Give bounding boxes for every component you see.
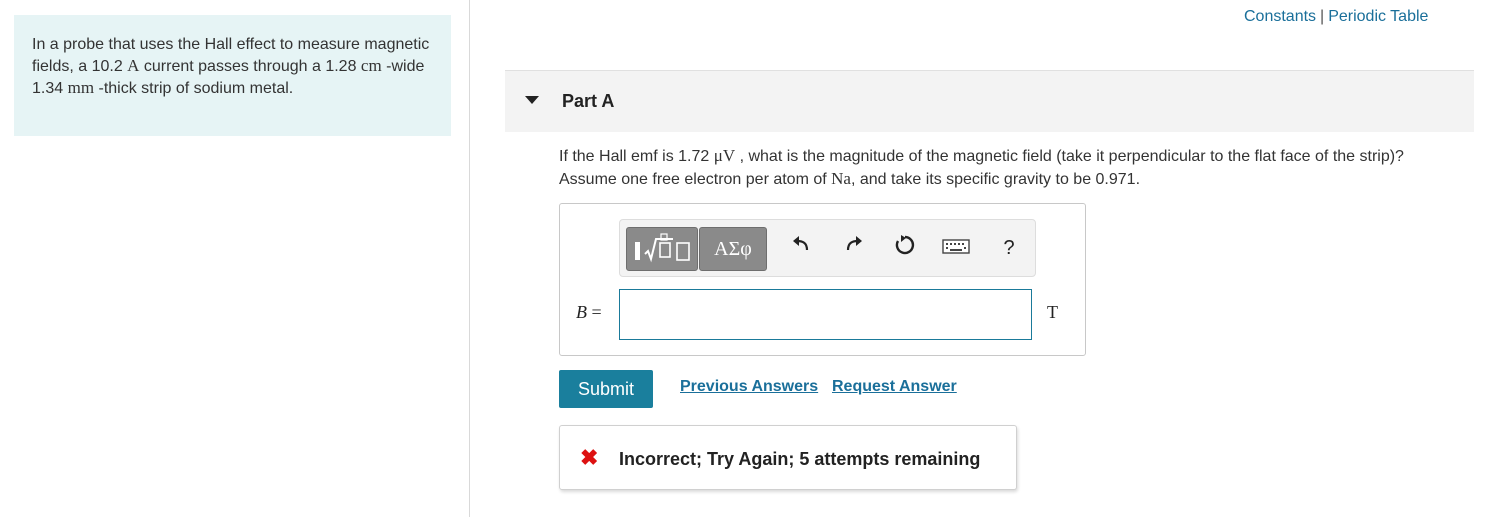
question-text: If the Hall emf is 1.72 μV , what is the…	[559, 145, 1459, 191]
element-symbol: Na	[831, 169, 851, 188]
feedback-message: Incorrect; Try Again; 5 attempts remaini…	[619, 449, 981, 469]
top-links: Constants | Periodic Table	[1244, 8, 1428, 26]
redo-icon[interactable]	[839, 233, 869, 263]
keyboard-icon[interactable]	[941, 233, 971, 263]
reset-icon[interactable]	[890, 233, 920, 263]
answer-variable-label: B =	[576, 302, 602, 323]
problem-end: -thick strip of sodium metal.	[94, 80, 294, 97]
panel-divider	[469, 0, 470, 517]
question-part1: If the Hall emf is 1.72	[559, 148, 714, 165]
problem-statement: In a probe that uses the Hall effect to …	[14, 15, 451, 136]
equals-sign: =	[591, 302, 602, 322]
feedback-box: ✖ Incorrect; Try Again; 5 attempts remai…	[559, 425, 1017, 490]
answer-unit: T	[1047, 302, 1058, 322]
link-separator: |	[1320, 8, 1325, 25]
question-part3: , and take its specific gravity to be 0.…	[850, 171, 1141, 188]
math-toolbar: ΑΣφ ?	[619, 219, 1036, 277]
variable-symbol: B	[576, 302, 587, 322]
previous-answers-link[interactable]: Previous Answers	[680, 378, 818, 396]
submit-button[interactable]: Submit	[559, 370, 653, 408]
part-header[interactable]: Part A	[505, 70, 1474, 132]
collapse-caret-icon[interactable]	[525, 96, 539, 104]
help-button[interactable]: ?	[994, 233, 1024, 263]
templates-icon	[635, 233, 690, 263]
undo-icon[interactable]	[786, 233, 816, 263]
width-unit: cm	[360, 56, 382, 75]
constants-link[interactable]: Constants	[1244, 8, 1316, 25]
current-unit: A	[127, 56, 140, 75]
problem-mid1: current passes through a 1.28	[139, 58, 361, 75]
request-answer-link[interactable]: Request Answer	[832, 378, 957, 396]
incorrect-x-icon: ✖	[580, 445, 599, 470]
greek-symbols-button[interactable]: ΑΣφ	[699, 227, 767, 271]
thickness-unit: mm	[67, 78, 95, 97]
emf-unit: μV	[713, 146, 736, 165]
part-title: Part A	[562, 91, 615, 111]
periodic-table-link[interactable]: Periodic Table	[1328, 8, 1428, 25]
templates-button[interactable]	[626, 227, 698, 271]
answer-box: ΑΣφ ? B = T	[559, 203, 1086, 356]
answer-input[interactable]	[619, 289, 1032, 340]
